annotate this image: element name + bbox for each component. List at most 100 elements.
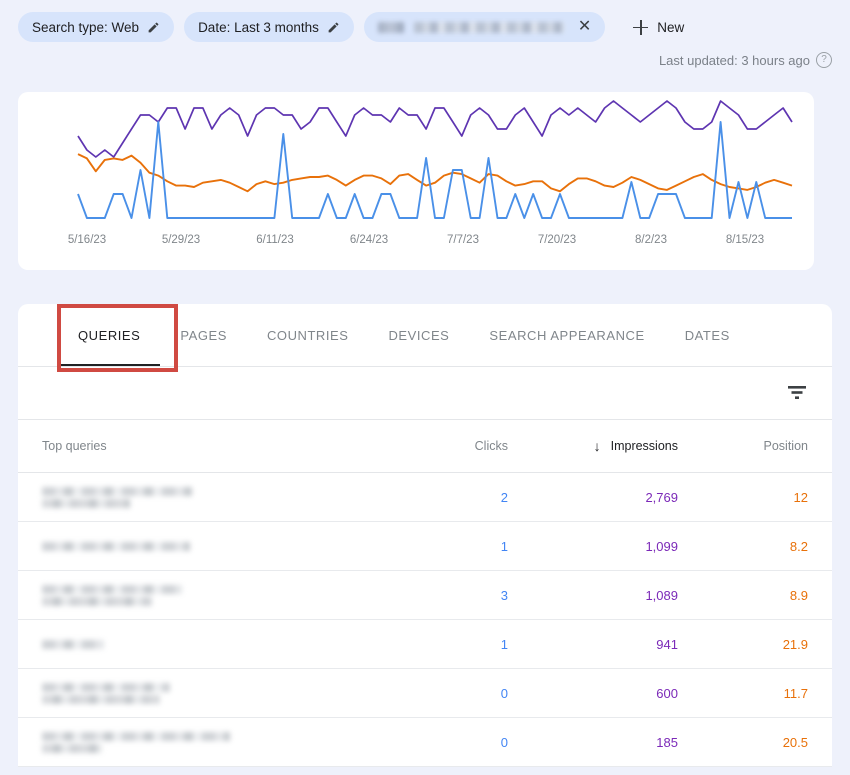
add-new-filter-label: New <box>657 20 684 35</box>
performance-chart-card: 5/16/23 5/29/23 6/11/23 6/24/23 7/7/23 7… <box>18 92 814 270</box>
filter-chip-search-type-label: Search type: Web <box>32 20 139 35</box>
x-tick-label: 7/7/23 <box>416 234 510 246</box>
cell-clicks: 0 <box>398 686 508 701</box>
tab-dates-label: DATES <box>685 328 730 343</box>
performance-line-chart <box>18 92 814 232</box>
x-tick-label: 6/24/23 <box>322 234 416 246</box>
filter-chip-redacted[interactable]: ✕ <box>364 12 605 42</box>
redacted-line <box>42 744 102 753</box>
redacted-query-text <box>42 683 170 704</box>
cell-clicks: 1 <box>398 637 508 652</box>
tab-devices[interactable]: DEVICES <box>368 304 469 366</box>
sort-descending-icon: ↓ <box>594 439 601 453</box>
cell-position: 12 <box>678 490 808 505</box>
cell-position: 21.9 <box>678 637 808 652</box>
help-circle-icon[interactable]: ? <box>816 52 832 68</box>
cell-query[interactable] <box>42 487 398 508</box>
table-header-row: Top queries Clicks ↓ Impressions Positio… <box>18 420 832 473</box>
cell-query[interactable] <box>42 542 398 551</box>
redacted-line <box>42 542 190 551</box>
table-row[interactable]: 194121.9 <box>18 620 832 669</box>
tab-search-appearance-label: SEARCH APPEARANCE <box>489 328 644 343</box>
tab-countries-label: COUNTRIES <box>267 328 349 343</box>
filter-icon[interactable] <box>786 383 808 403</box>
table-toolbar <box>18 367 832 420</box>
cell-impressions: 600 <box>508 686 678 701</box>
column-header-position[interactable]: Position <box>678 439 808 453</box>
cell-impressions: 941 <box>508 637 678 652</box>
x-tick-label: 8/2/23 <box>604 234 698 246</box>
redacted-query-text <box>42 640 104 649</box>
cell-impressions: 1,099 <box>508 539 678 554</box>
x-tick-label: 5/29/23 <box>134 234 228 246</box>
impressions-line <box>78 101 792 157</box>
cell-position: 8.2 <box>678 539 808 554</box>
redacted-line <box>42 499 130 508</box>
table-row[interactable]: 018520.5 <box>18 718 832 767</box>
tab-dates[interactable]: DATES <box>665 304 750 366</box>
cell-query[interactable] <box>42 683 398 704</box>
chart-x-axis-labels: 5/16/23 5/29/23 6/11/23 6/24/23 7/7/23 7… <box>18 234 814 246</box>
clicks-line <box>78 122 792 218</box>
position-line <box>78 154 792 191</box>
redacted-line <box>42 732 230 741</box>
redacted-query-text <box>42 585 182 606</box>
close-icon[interactable]: ✕ <box>574 19 595 35</box>
column-header-clicks[interactable]: Clicks <box>398 439 508 453</box>
cell-position: 20.5 <box>678 735 808 750</box>
filter-chip-date[interactable]: Date: Last 3 months <box>184 12 354 42</box>
cell-position: 8.9 <box>678 588 808 603</box>
cell-impressions: 185 <box>508 735 678 750</box>
add-new-filter-button[interactable]: New <box>633 20 684 35</box>
tab-queries-label: QUERIES <box>78 328 140 343</box>
table-row[interactable]: 060011.7 <box>18 669 832 718</box>
tab-search-appearance[interactable]: SEARCH APPEARANCE <box>469 304 664 366</box>
table-body: 22,7691211,0998.231,0898.9194121.9060011… <box>18 473 832 767</box>
table-row[interactable]: 11,0998.2 <box>18 522 832 571</box>
last-updated-text: Last updated: 3 hours ago <box>659 53 810 68</box>
column-header-top-queries[interactable]: Top queries <box>42 439 398 453</box>
redacted-line <box>42 487 192 496</box>
tab-pages[interactable]: PAGES <box>160 304 247 366</box>
redacted-line <box>42 683 170 692</box>
dimension-tabs: QUERIES PAGES COUNTRIES DEVICES SEARCH A… <box>18 304 832 367</box>
cell-query[interactable] <box>42 732 398 753</box>
pencil-icon <box>327 21 340 34</box>
tab-countries[interactable]: COUNTRIES <box>247 304 369 366</box>
tab-queries[interactable]: QUERIES <box>58 304 160 366</box>
filter-chip-date-label: Date: Last 3 months <box>198 20 319 35</box>
table-row[interactable]: 31,0898.9 <box>18 571 832 620</box>
cell-clicks: 1 <box>398 539 508 554</box>
redacted-line <box>42 640 104 649</box>
cell-query[interactable] <box>42 640 398 649</box>
redacted-line <box>42 695 160 704</box>
redacted-line <box>42 597 152 606</box>
redacted-text-block <box>378 22 404 33</box>
dimension-table-card: QUERIES PAGES COUNTRIES DEVICES SEARCH A… <box>18 304 832 767</box>
table-row[interactable]: 22,76912 <box>18 473 832 522</box>
x-tick-label: 7/20/23 <box>510 234 604 246</box>
column-header-impressions-label: Impressions <box>611 439 678 453</box>
cell-impressions: 1,089 <box>508 588 678 603</box>
last-updated-status: Last updated: 3 hours ago ? <box>0 42 850 68</box>
cell-query[interactable] <box>42 585 398 606</box>
redacted-line <box>42 585 182 594</box>
cell-position: 11.7 <box>678 686 808 701</box>
filter-chip-search-type[interactable]: Search type: Web <box>18 12 174 42</box>
x-tick-label: 8/15/23 <box>698 234 792 246</box>
redacted-query-text <box>42 487 192 508</box>
cell-clicks: 0 <box>398 735 508 750</box>
tab-devices-label: DEVICES <box>388 328 449 343</box>
plus-icon <box>633 20 648 35</box>
tab-pages-label: PAGES <box>180 328 227 343</box>
redacted-query-text <box>42 732 230 753</box>
column-header-impressions[interactable]: ↓ Impressions <box>508 439 678 453</box>
cell-clicks: 2 <box>398 490 508 505</box>
x-tick-label: 5/16/23 <box>40 234 134 246</box>
redacted-text-block <box>414 22 564 33</box>
redacted-query-text <box>42 542 190 551</box>
filter-bar: Search type: Web Date: Last 3 months ✕ N… <box>0 0 850 42</box>
x-tick-label: 6/11/23 <box>228 234 322 246</box>
cell-impressions: 2,769 <box>508 490 678 505</box>
pencil-icon <box>147 21 160 34</box>
